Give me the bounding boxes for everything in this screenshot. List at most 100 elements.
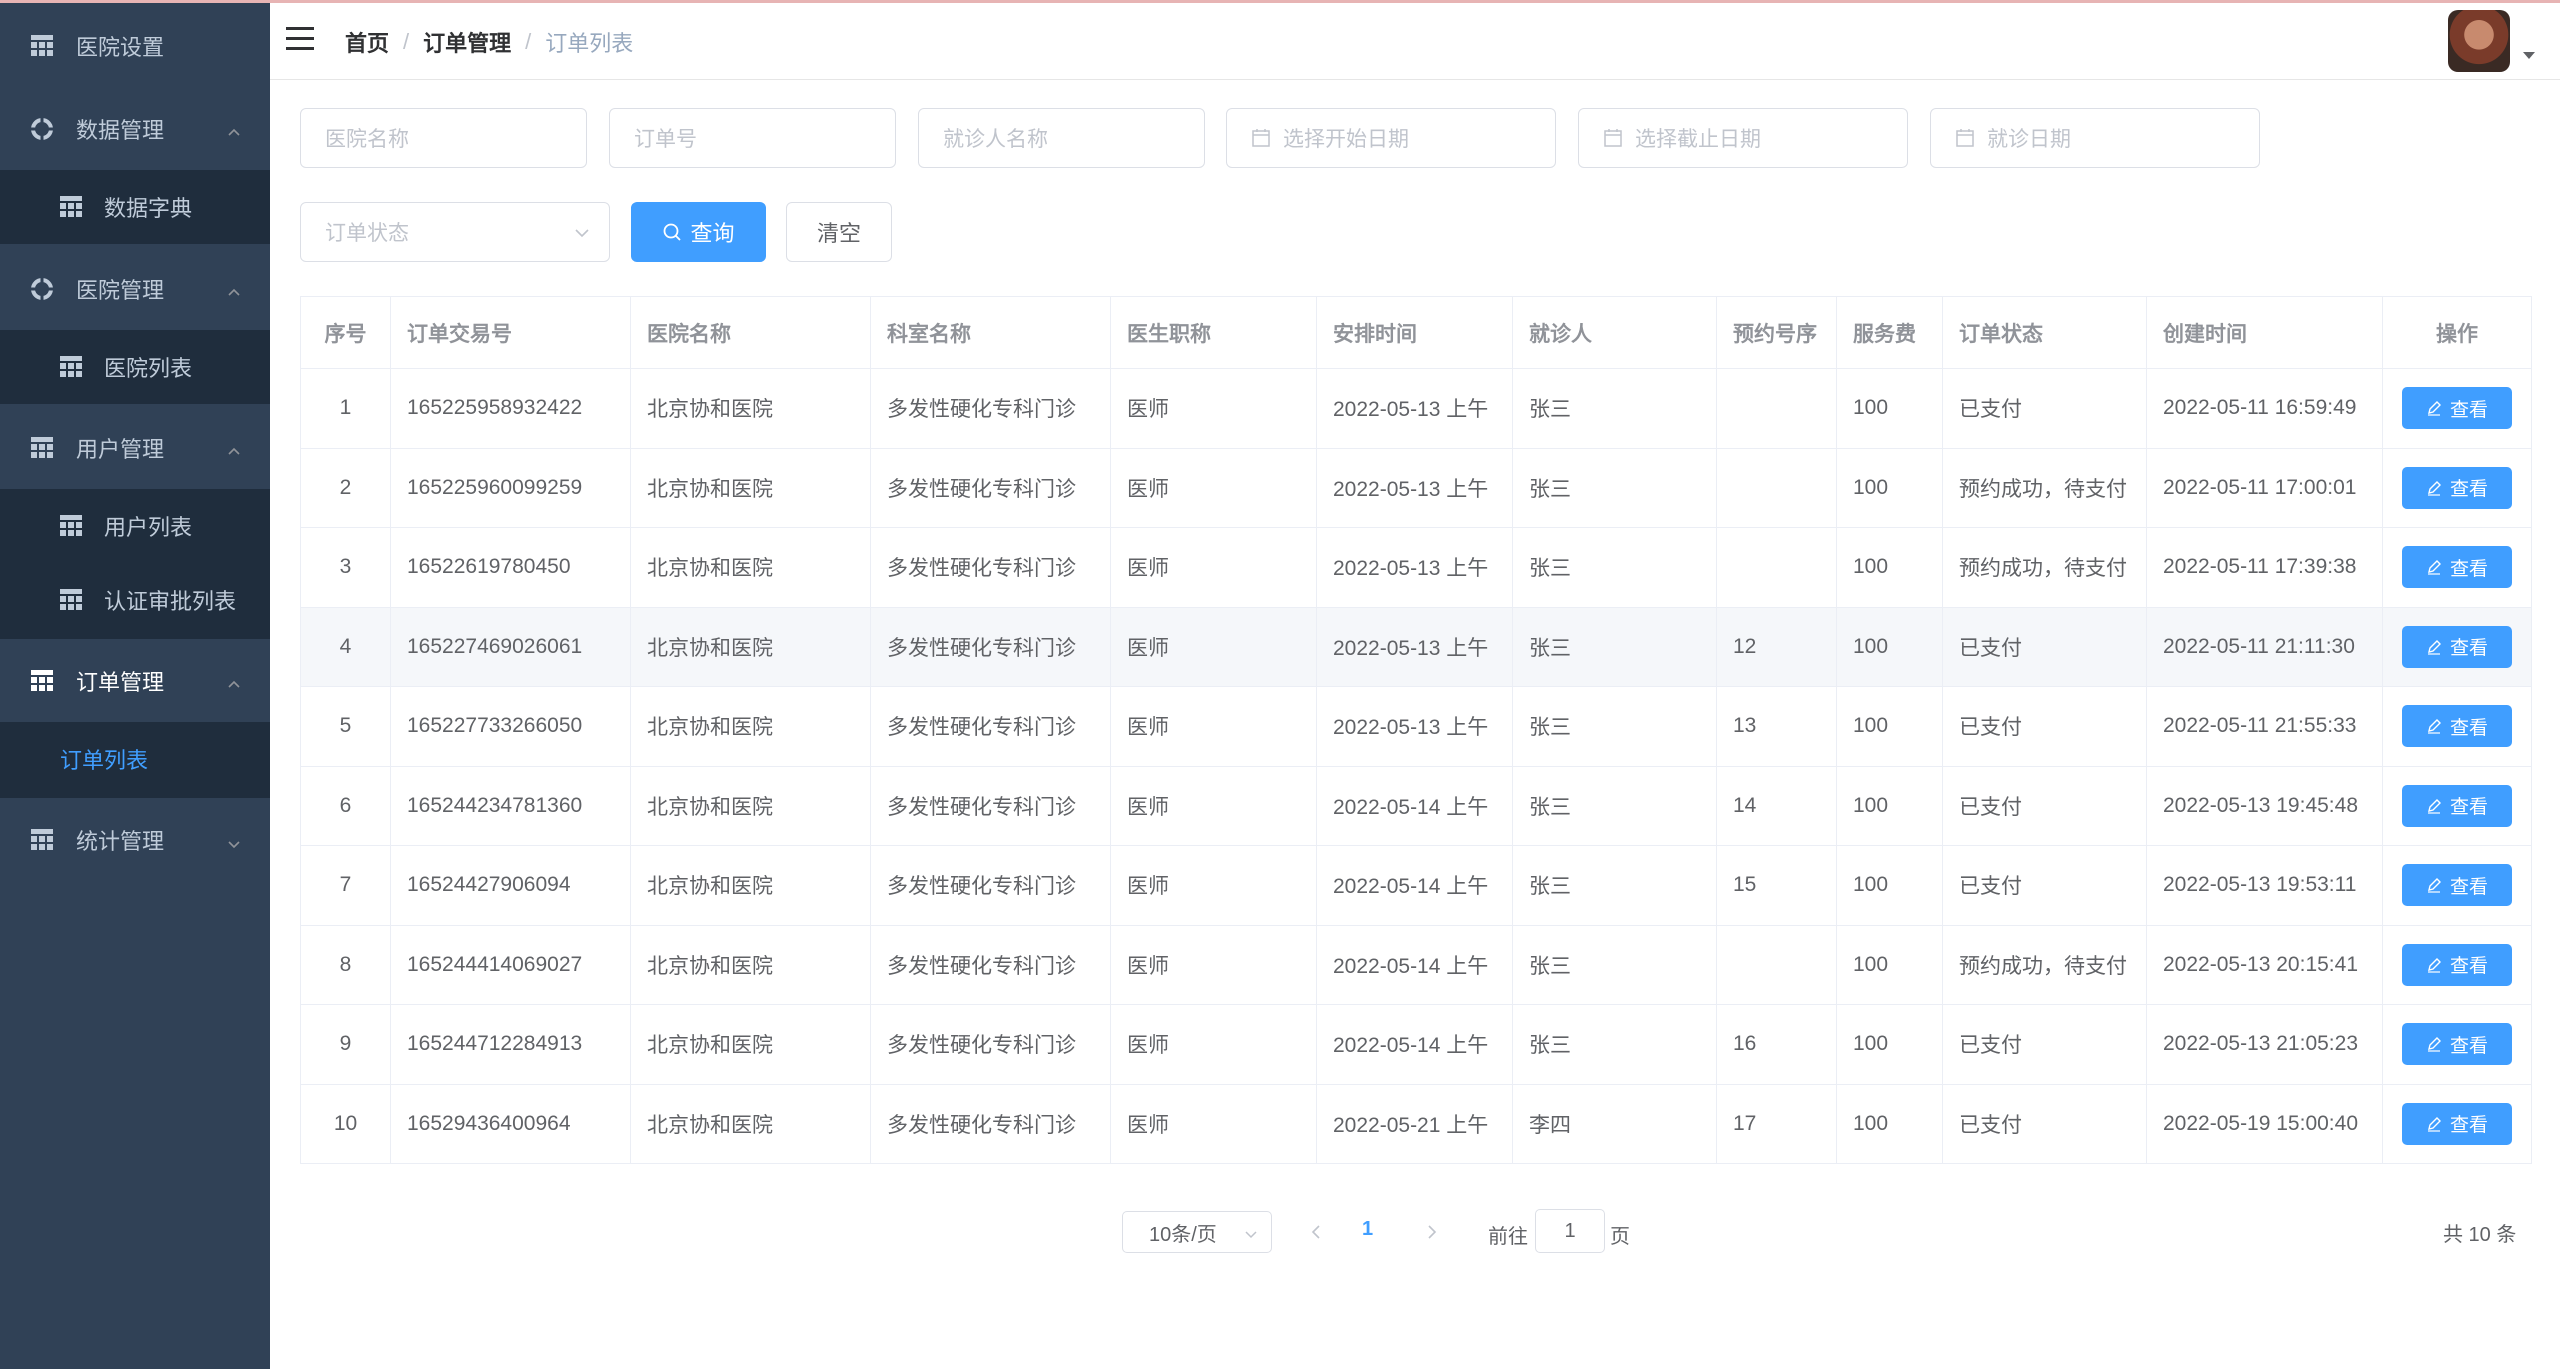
avatar[interactable]	[2448, 10, 2510, 72]
lifebuoy-icon	[30, 117, 54, 141]
view-button[interactable]: 查看	[2402, 1023, 2512, 1066]
view-button[interactable]: 查看	[2402, 466, 2512, 509]
end-date-picker[interactable]: 选择截止日期	[1578, 108, 1908, 168]
table-row: 4 165227469026061 北京协和医院 多发性硬化专科门诊 医师 2022-05…	[301, 607, 2531, 687]
cell-created: 2022-05-13 21:05:23	[2147, 1005, 2383, 1084]
sidebar-item-order-management[interactable]: 订单管理	[0, 641, 270, 721]
sidebar-item-user-management[interactable]: 用户管理	[0, 408, 270, 488]
goto-page-input[interactable]: 1	[1535, 1209, 1605, 1253]
cell-department: 多发性硬化专科门诊	[871, 1005, 1111, 1084]
sidebar-item-order-list[interactable]: 订单列表	[0, 722, 270, 796]
sidebar-item-statistics-management[interactable]: 统计管理	[0, 800, 270, 880]
cell-actions: 查看	[2383, 926, 2531, 1005]
cell-department: 多发性硬化专科门诊	[871, 766, 1111, 845]
column-header-status: 订单状态	[1943, 297, 2147, 368]
page-number-1[interactable]: 1	[1362, 1218, 1373, 1241]
cell-created: 2022-05-13 19:45:48	[2147, 766, 2383, 845]
start-date-picker[interactable]: 选择开始日期	[1226, 108, 1556, 168]
table-row: 7 16524427906094 北京协和医院 多发性硬化专科门诊 医师 2022-05-…	[301, 846, 2531, 926]
cell-order-no: 165244234781360	[391, 766, 631, 845]
placeholder-text: 订单号	[634, 128, 697, 151]
cell-order-no: 165244712284913	[391, 1005, 631, 1084]
total-count: 共 10 条	[2443, 1224, 2517, 1246]
submenu-user-management: 用户列表 认证审批列表	[0, 489, 270, 639]
cell-actions: 查看	[2383, 1085, 2531, 1164]
view-button[interactable]: 查看	[2402, 784, 2512, 827]
caret-down-icon[interactable]	[2523, 52, 2535, 59]
edit-icon	[2426, 1036, 2442, 1052]
cell-created: 2022-05-19 15:00:40	[2147, 1084, 2383, 1163]
edit-icon	[2426, 877, 2442, 893]
order-status-select[interactable]: 订单状态	[300, 202, 610, 262]
sidebar-item-hospital-management[interactable]: 医院管理	[0, 249, 270, 329]
visit-date-picker[interactable]: 就诊日期	[1930, 108, 2260, 168]
view-button[interactable]: 查看	[2402, 1102, 2512, 1145]
cell-doctor-title: 医师	[1111, 1005, 1317, 1084]
placeholder-text: 就诊人名称	[943, 128, 1048, 151]
sidebar-item-label: 统计管理	[76, 829, 165, 854]
breadcrumb-order-management[interactable]: 订单管理	[423, 26, 511, 58]
patient-name-input[interactable]: 就诊人名称	[918, 108, 1205, 168]
order-no-input[interactable]: 订单号	[609, 108, 896, 168]
edit-icon	[2426, 798, 2442, 814]
sidebar-item-data-dictionary[interactable]: 数据字典	[0, 170, 270, 244]
sidebar-item-user-list[interactable]: 用户列表	[0, 489, 270, 563]
view-button[interactable]: 查看	[2402, 864, 2512, 907]
edit-icon	[2426, 559, 2442, 575]
view-button-label: 查看	[2449, 956, 2488, 978]
cell-department: 多发性硬化专科门诊	[871, 607, 1111, 686]
sidebar-item-data-management[interactable]: 数据管理	[0, 89, 270, 169]
view-button[interactable]: 查看	[2402, 625, 2512, 668]
hospital-name-input[interactable]: 医院名称	[300, 108, 587, 168]
placeholder-text: 医院名称	[325, 128, 409, 151]
cell-status: 已支付	[1943, 846, 2147, 925]
clear-button-label: 清空	[816, 221, 861, 246]
sidebar-item-auth-approval-list[interactable]: 认证审批列表	[0, 563, 270, 637]
cell-doctor-title: 医师	[1111, 607, 1317, 686]
query-button[interactable]: 查询	[631, 202, 766, 262]
view-button[interactable]: 查看	[2402, 705, 2512, 748]
cell-actions: 查看	[2383, 608, 2531, 687]
column-header-schedule: 安排时间	[1317, 297, 1513, 368]
cell-department: 多发性硬化专科门诊	[871, 925, 1111, 1004]
grid-icon	[30, 436, 54, 460]
sidebar-item-label: 医院管理	[76, 278, 165, 303]
cell-hospital: 北京协和医院	[631, 687, 871, 766]
cell-index: 6	[301, 766, 391, 845]
prev-page-icon[interactable]	[1302, 1218, 1330, 1246]
cell-fee: 100	[1837, 766, 1943, 845]
cell-created: 2022-05-13 19:53:11	[2147, 846, 2383, 925]
view-button[interactable]: 查看	[2402, 387, 2512, 430]
sidebar-item-hospital-settings[interactable]: 医院设置	[0, 6, 270, 86]
cell-actions: 查看	[2383, 1005, 2531, 1084]
query-button-label: 查询	[690, 221, 735, 246]
breadcrumb-home[interactable]: 首页	[345, 26, 389, 58]
cell-order-no: 165244414069027	[391, 925, 631, 1004]
view-button[interactable]: 查看	[2402, 943, 2512, 986]
clear-button[interactable]: 清空	[786, 202, 892, 262]
sidebar-item-label: 数据字典	[104, 196, 193, 221]
cell-doctor-title: 医师	[1111, 846, 1317, 925]
lifebuoy-icon	[30, 277, 54, 301]
column-header-doctor-title: 医生职称	[1111, 297, 1317, 368]
table-row: 9 165244712284913 北京协和医院 多发性硬化专科门诊 医师 2022-05…	[301, 1005, 2531, 1085]
table-row: 10 16529436400964 北京协和医院 多发性硬化专科门诊 医师 2022-05…	[301, 1084, 2531, 1164]
cell-order-no: 16524427906094	[391, 846, 631, 925]
sidebar-item-label: 医院设置	[76, 35, 165, 60]
top-accent-line	[0, 0, 2560, 3]
next-page-icon[interactable]	[1418, 1218, 1446, 1246]
view-button[interactable]: 查看	[2402, 546, 2512, 589]
chevron-up-icon	[226, 673, 242, 689]
cell-schedule: 2022-05-13 上午	[1317, 369, 1513, 448]
cell-schedule: 2022-05-21 上午	[1317, 1084, 1513, 1163]
page-size-select[interactable]: 10条/页	[1122, 1211, 1272, 1253]
cell-status: 预约成功，待支付	[1943, 448, 2147, 527]
cell-created: 2022-05-11 17:39:38	[2147, 528, 2383, 607]
breadcrumb-separator: /	[525, 29, 532, 54]
cell-actions: 查看	[2383, 767, 2531, 846]
hamburger-menu-icon[interactable]	[284, 24, 316, 54]
view-button-label: 查看	[2449, 717, 2488, 739]
cell-order-no: 16529436400964	[391, 1084, 631, 1163]
sidebar-item-hospital-list[interactable]: 医院列表	[0, 330, 270, 404]
column-header-created: 创建时间	[2147, 297, 2383, 368]
